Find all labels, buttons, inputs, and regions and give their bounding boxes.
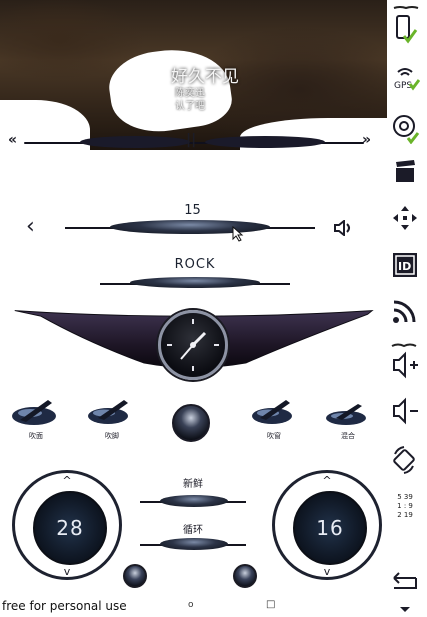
phone-status-icon[interactable]: [386, 6, 424, 46]
car-dashboard: 好久不见 陈奕迅 认了吧 « || » ‹ 15 ROCK 吹面 吹脚 吹窗 混…: [0, 0, 427, 617]
recirculate-label: 循环: [183, 525, 203, 536]
pause-button[interactable]: ||: [186, 132, 196, 148]
back-arrow-icon[interactable]: [386, 568, 424, 596]
watermark: free for personal use: [2, 599, 127, 613]
radio-volume-icon[interactable]: [333, 218, 353, 240]
id-icon[interactable]: ID: [386, 251, 424, 279]
volume-up-icon[interactable]: [386, 340, 424, 380]
fresh-air-button[interactable]: [160, 495, 228, 507]
gps-icon[interactable]: GPS: [386, 64, 424, 92]
mode-window-button[interactable]: 吹窗: [246, 398, 302, 446]
song-album: 认了吧: [175, 101, 205, 112]
recirculate-button[interactable]: [160, 538, 228, 550]
left-temperature-value: 28: [56, 516, 84, 540]
left-temp-down-button[interactable]: v: [15, 565, 119, 578]
signal-icon[interactable]: [386, 298, 424, 326]
left-temp-up-button[interactable]: ^: [15, 474, 119, 487]
previous-track-button[interactable]: «: [8, 132, 17, 148]
playback-progress[interactable]: « || »: [0, 132, 387, 152]
sidebar-info-readout: 5 39 1 : 9 2 19: [397, 493, 413, 519]
chevron-down-icon[interactable]: [386, 605, 424, 615]
next-track-button[interactable]: »: [362, 132, 371, 148]
cursor-icon: [232, 225, 244, 246]
fresh-air-label: 新鲜: [183, 479, 203, 490]
right-temperature-value: 16: [316, 516, 344, 540]
footer-mark-o: o: [188, 600, 194, 610]
right-temp-down-button[interactable]: v: [275, 565, 379, 578]
analog-clock: [158, 310, 228, 380]
volume-down-icon[interactable]: [386, 396, 424, 426]
mode-face-button[interactable]: 吹面: [8, 398, 64, 446]
left-temperature-dial[interactable]: ^ 28 v: [12, 470, 122, 580]
radio-frequency: 15: [184, 203, 201, 218]
navigation-pad-icon[interactable]: [386, 205, 424, 231]
right-temp-up-button[interactable]: ^: [275, 474, 379, 487]
disc-icon[interactable]: [386, 112, 424, 144]
mode-mixed-button[interactable]: 混合: [320, 398, 376, 446]
right-seat-heat-knob[interactable]: [233, 564, 257, 588]
mode-feet-button[interactable]: 吹脚: [84, 398, 140, 446]
footer-mark-square: □: [266, 599, 276, 610]
svg-text:ID: ID: [398, 260, 411, 273]
fan-speed-knob[interactable]: [172, 404, 210, 442]
genre-slider[interactable]: [130, 277, 260, 288]
video-clapper-icon[interactable]: [386, 158, 424, 184]
frequency-slider[interactable]: [110, 220, 270, 234]
radio-genre: ROCK: [174, 257, 216, 272]
rotate-icon[interactable]: [386, 444, 424, 476]
right-temperature-dial[interactable]: ^ 16 v: [272, 470, 382, 580]
album-art: 好久不见 陈奕迅 认了吧: [0, 0, 387, 150]
left-seat-heat-knob[interactable]: [123, 564, 147, 588]
radio-prev-button[interactable]: ‹: [26, 214, 35, 239]
